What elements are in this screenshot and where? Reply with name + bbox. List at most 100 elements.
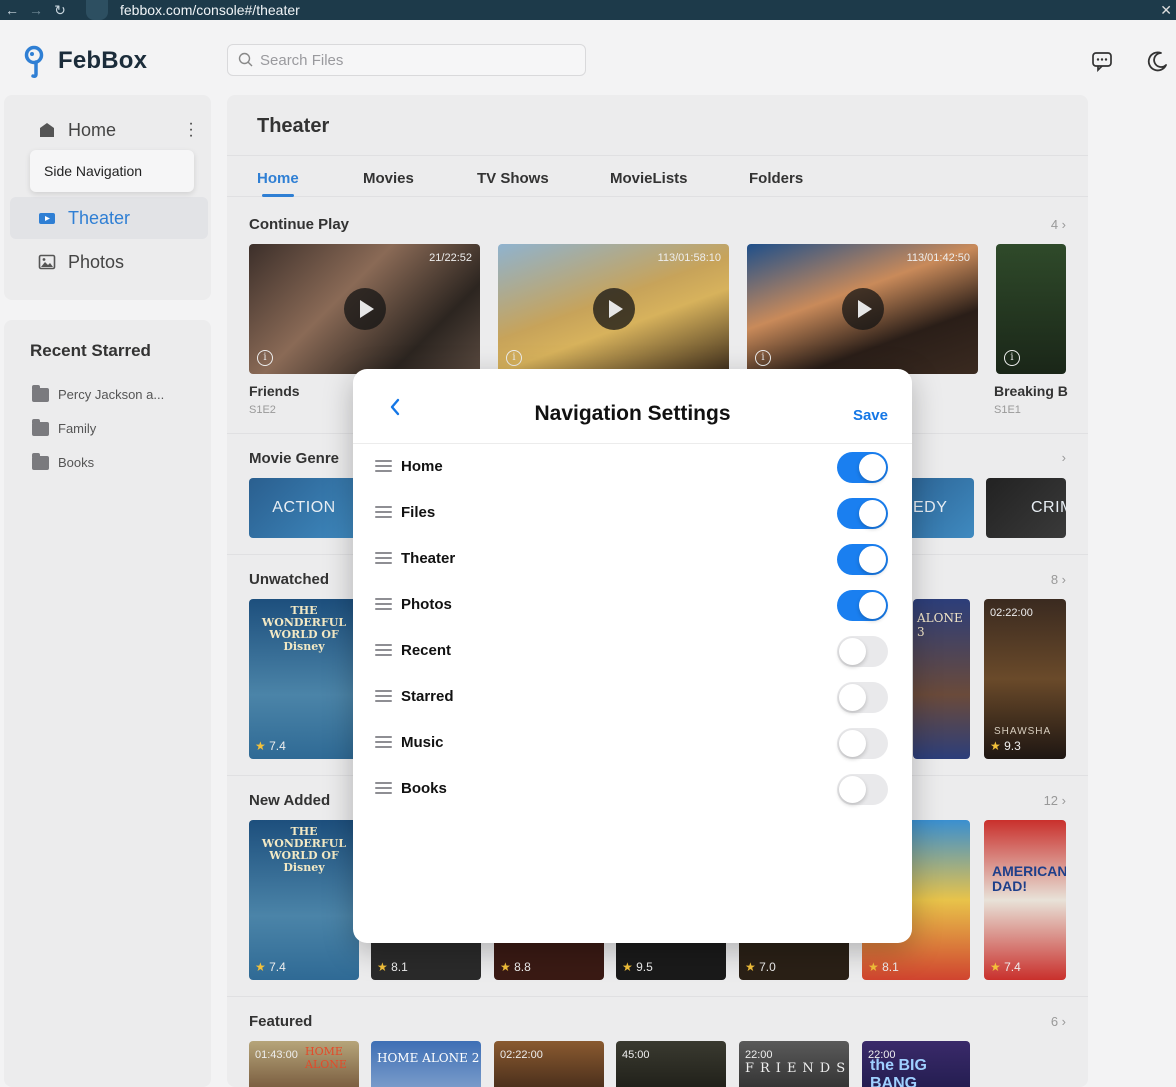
tab-home[interactable]: Home [257,170,299,187]
tab-movies[interactable]: Movies [363,170,414,187]
back-arrow-icon[interactable]: ← [0,2,24,18]
info-icon[interactable]: i [1004,350,1020,366]
video-title[interactable]: Friends [249,383,300,399]
poster-thumbnail[interactable]: THE WONDERFUL WORLD OF Disney ★ 7.4 [249,820,359,980]
toggle-switch[interactable] [837,682,888,713]
play-icon[interactable] [343,288,386,330]
starred-item[interactable]: Percy Jackson a... [32,384,164,402]
drag-handle-icon[interactable] [375,598,392,610]
info-icon[interactable]: i [506,350,522,366]
poster-thumbnail[interactable]: ALONE 3 [913,599,970,759]
forward-arrow-icon[interactable]: → [24,2,48,18]
video-icon [39,213,55,224]
tab-movielists[interactable]: MovieLists [610,170,688,187]
dark-mode-moon-icon[interactable] [1146,50,1168,72]
sidebar-item-label: Theater [68,207,131,228]
video-thumbnail[interactable]: 113/01:42:50 i [747,244,978,374]
play-icon[interactable] [841,288,884,330]
app-name: FebBox [58,47,148,74]
drag-handle-icon[interactable] [375,690,392,702]
section-count[interactable]: 6 › [1051,1014,1066,1029]
drag-handle-icon[interactable] [375,782,392,794]
nav-setting-label: Home [401,458,443,475]
sidebar-item-photos[interactable]: Photos [10,241,208,283]
save-button[interactable]: Save [853,407,888,424]
dialog-title: Navigation Settings [534,402,731,425]
drag-handle-icon[interactable] [375,644,392,656]
poster-thumbnail[interactable]: 45:00 [616,1041,726,1087]
drag-handle-icon[interactable] [375,736,392,748]
tab-folders[interactable]: Folders [749,170,803,187]
chevron-right-icon[interactable]: › [1062,450,1066,465]
video-thumbnail[interactable]: 113/01:58:10 i [498,244,729,374]
poster-thumbnail[interactable]: 01:43:00 HOME ALONE [249,1041,359,1087]
sidebar-item-home[interactable]: Home · · · [10,109,208,151]
poster-thumbnail[interactable]: 22:00 FRIENDS [739,1041,849,1087]
toggle-knob [859,592,886,619]
section-count[interactable]: 4 › [1051,217,1066,232]
address-bar[interactable]: febbox.com/console#/theater [120,2,300,18]
search-box[interactable] [227,44,586,76]
more-vertical-icon[interactable]: · · · [188,116,194,144]
sidebar-item-theater[interactable]: Theater [10,197,208,239]
close-icon[interactable]: ✕ [1160,2,1172,19]
poster-thumbnail[interactable]: HOME ALONE 2 [371,1041,481,1087]
poster-thumbnail[interactable]: THE WONDERFUL WORLD OF Disney ★ 7.4 [249,599,359,759]
poster-thumbnail[interactable]: 02:22:00 SHAWSHA ★ 9.3 [984,599,1066,759]
starred-item[interactable]: Books [32,452,94,470]
toggle-switch[interactable] [837,498,888,529]
nav-setting-label: Recent [401,642,452,659]
poster-thumbnail[interactable]: AMERICAN DAD! ★ 7.4 [984,820,1066,980]
section-title: Unwatched [249,571,330,588]
toggle-switch[interactable] [837,544,888,575]
duration-label: 21/22:52 [429,252,472,264]
duration-label: 22:00 [745,1049,773,1061]
toggle-switch[interactable] [837,774,888,805]
nav-setting-label: Books [401,780,447,797]
video-thumbnail[interactable]: 21/22:52 i [249,244,480,374]
nav-setting-row-files: Files [353,490,912,536]
toggle-switch[interactable] [837,728,888,759]
video-title[interactable]: Breaking B [994,383,1068,399]
logo[interactable]: FebBox [22,44,147,78]
toggle-switch[interactable] [837,636,888,667]
nav-setting-label: Photos [401,596,452,613]
rating-label: ★ 7.4 [255,739,286,753]
nav-setting-row-recent: Recent [353,628,912,674]
toggle-knob [859,500,886,527]
rating-label: ★ 8.1 [868,960,899,974]
side-navigation: Home · · · Theater Photos [4,95,211,300]
reload-icon[interactable]: ↻ [48,2,72,19]
drag-handle-icon[interactable] [375,506,392,518]
genre-card-action[interactable]: ACTION [249,478,359,538]
section-count[interactable]: 12 › [1044,793,1066,808]
app-header: FebBox [0,20,1176,96]
play-icon[interactable] [592,288,635,330]
section-title: Movie Genre [249,450,340,467]
tab-tv-shows[interactable]: TV Shows [477,170,549,187]
section-count[interactable]: 8 › [1051,572,1066,587]
poster-title: the BIG BANG [870,1057,927,1087]
section-title: New Added [249,792,331,809]
poster-thumbnail[interactable]: 22:00 the BIG BANG [862,1041,970,1087]
site-info-icon[interactable] [86,0,108,20]
active-tab-indicator [262,194,294,197]
starred-item[interactable]: Family [32,418,96,436]
info-icon[interactable]: i [257,350,273,366]
message-icon[interactable] [1091,50,1113,72]
drag-handle-icon[interactable] [375,460,392,472]
navigation-settings-dialog: Navigation Settings Save Home Files Thea… [353,369,912,943]
duration-label: 01:43:00 [255,1049,298,1061]
search-input[interactable] [260,51,560,69]
drag-handle-icon[interactable] [375,552,392,564]
poster-thumbnail[interactable]: 02:22:00 [494,1041,604,1087]
video-thumbnail[interactable]: i [996,244,1066,374]
toggle-switch[interactable] [837,452,888,483]
genre-card-crime[interactable]: CRIM [986,478,1066,538]
section-title: Continue Play [249,216,350,233]
info-icon[interactable]: i [755,350,771,366]
toggle-switch[interactable] [837,590,888,621]
nav-setting-row-starred: Starred [353,674,912,720]
nav-setting-row-home: Home [353,444,912,490]
toggle-knob [839,776,866,803]
